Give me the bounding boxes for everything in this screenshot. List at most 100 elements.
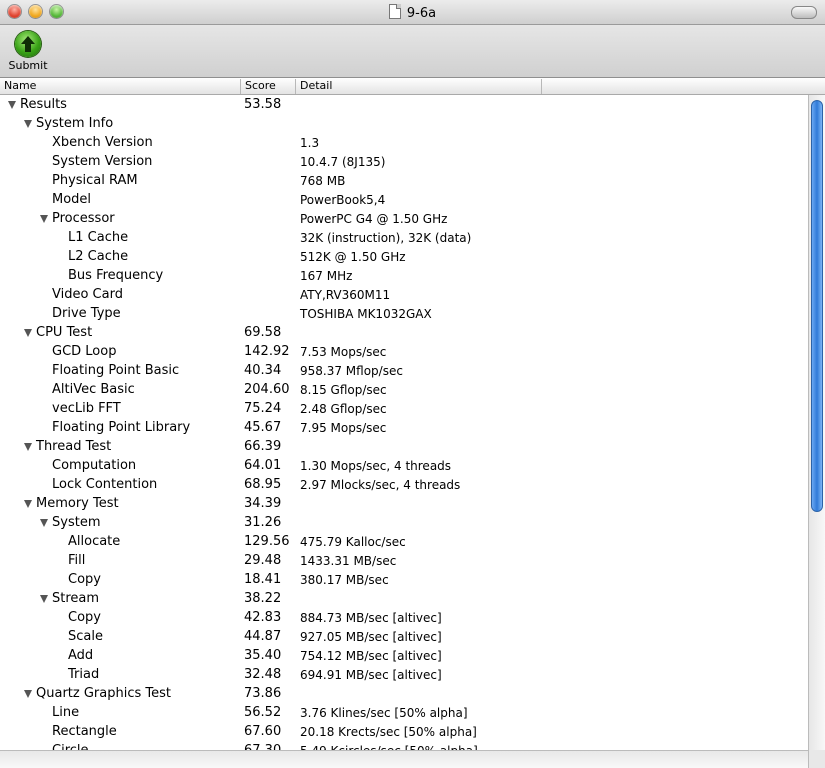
- outline-row[interactable]: Scale 44.87 927.05 MB/sec [altivec]: [0, 627, 808, 646]
- row-detail: 512K @ 1.50 GHz: [300, 250, 406, 264]
- disclosure-triangle-icon[interactable]: [24, 500, 32, 508]
- row-name: Lock Contention: [52, 477, 158, 492]
- outline-row[interactable]: Copy 18.41 380.17 MB/sec: [0, 570, 808, 589]
- row-name: Floating Point Basic: [52, 363, 180, 378]
- outline-row[interactable]: vecLib FFT 75.24 2.48 Gflop/sec: [0, 399, 808, 418]
- outline-row[interactable]: Circle67.305.49 Kcircles/sec [50% alpha]: [0, 741, 808, 750]
- outline-row[interactable]: Quartz Graphics Test 73.86: [0, 684, 808, 703]
- outline-row[interactable]: Model PowerBook5,4: [0, 190, 808, 209]
- outline-row[interactable]: CPU Test 69.58: [0, 323, 808, 342]
- submit-label: Submit: [8, 59, 48, 72]
- row-name: CPU Test: [36, 325, 93, 340]
- row-name: vecLib FFT: [52, 401, 121, 416]
- outline-row[interactable]: GCD Loop 142.92 7.53 Mops/sec: [0, 342, 808, 361]
- outline-row[interactable]: Line 56.52 3.76 Klines/sec [50% alpha]: [0, 703, 808, 722]
- row-score: 34.39: [244, 496, 282, 511]
- outline-row[interactable]: Computation 64.01 1.30 Mops/sec, 4 threads: [0, 456, 808, 475]
- outline-row[interactable]: System 31.26: [0, 513, 808, 532]
- outline-row[interactable]: Fill 29.48 1433.31 MB/sec: [0, 551, 808, 570]
- row-name: Copy: [68, 610, 101, 625]
- outline-row[interactable]: Lock Contention 68.95 2.97 Mlocks/sec, 4 t…: [0, 475, 808, 494]
- row-detail: 927.05 MB/sec [altivec]: [300, 630, 442, 644]
- vertical-scrollbar[interactable]: [808, 95, 825, 750]
- row-name: Xbench Version: [52, 135, 153, 150]
- row-detail: 32K (instruction), 32K (data): [300, 231, 472, 245]
- outline-row[interactable]: Floating Point Basic 40.34 958.37 Mflop/se…: [0, 361, 808, 380]
- row-name: System: [52, 515, 101, 530]
- outline-row[interactable]: Xbench Version 1.3: [0, 133, 808, 152]
- outline-row[interactable]: Physical RAM 768 MB: [0, 171, 808, 190]
- outline-row[interactable]: Memory Test 34.39: [0, 494, 808, 513]
- row-name: Allocate: [68, 534, 121, 549]
- outline-row[interactable]: AltiVec Basic 204.60 8.15 Gflop/sec: [0, 380, 808, 399]
- row-name: Memory Test: [36, 496, 119, 511]
- toolbar-toggle-button[interactable]: [791, 6, 817, 19]
- window-title-area: 9-6a: [0, 4, 825, 21]
- title-bar: 9-6a: [0, 0, 825, 25]
- row-name: L2 Cache: [68, 249, 129, 264]
- outline-row[interactable]: L1 Cache 32K (instruction), 32K (data): [0, 228, 808, 247]
- row-name: Model: [52, 192, 92, 207]
- row-name: Fill: [68, 553, 86, 568]
- row-name: GCD Loop: [52, 344, 117, 359]
- row-score: 66.39: [244, 439, 282, 454]
- row-score: 204.60: [244, 382, 290, 397]
- row-score: 69.58: [244, 325, 282, 340]
- outline-row[interactable]: Triad 32.48 694.91 MB/sec [altivec]: [0, 665, 808, 684]
- resize-corner[interactable]: [808, 750, 825, 768]
- row-detail: 167 MHz: [300, 269, 353, 283]
- column-header-detail[interactable]: Detail: [296, 79, 542, 94]
- outline-row[interactable]: System Version 10.4.7 (8J135): [0, 152, 808, 171]
- outline-row[interactable]: Processor PowerPC G4 @ 1.50 GHz: [0, 209, 808, 228]
- outline-row[interactable]: Add 35.40 754.12 MB/sec [altivec]: [0, 646, 808, 665]
- outline-row[interactable]: Stream 38.22: [0, 589, 808, 608]
- vertical-scroll-thumb[interactable]: [811, 100, 823, 512]
- row-score: 40.34: [244, 363, 282, 378]
- outline-row[interactable]: Bus Frequency 167 MHz: [0, 266, 808, 285]
- outline-row[interactable]: Floating Point Library 45.67 7.95 Mops/sec: [0, 418, 808, 437]
- document-icon: [388, 4, 401, 19]
- row-name: Triad: [68, 667, 100, 682]
- row-name: Processor: [52, 211, 115, 226]
- submit-button[interactable]: Submit: [4, 29, 52, 75]
- column-header-score[interactable]: Score: [241, 79, 296, 94]
- row-score: 35.40: [244, 648, 282, 663]
- disclosure-triangle-icon[interactable]: [40, 519, 48, 527]
- disclosure-triangle-icon[interactable]: [40, 595, 48, 603]
- outline-row[interactable]: Rectangle 67.60 20.18 Krects/sec [50% alph…: [0, 722, 808, 741]
- disclosure-triangle-icon[interactable]: [40, 215, 48, 223]
- row-name: Add: [68, 648, 94, 663]
- row-score: 68.95: [244, 477, 282, 492]
- row-name: Quartz Graphics Test: [36, 686, 171, 701]
- row-name: Scale: [68, 629, 103, 644]
- outline-row[interactable]: System Info: [0, 114, 808, 133]
- disclosure-triangle-icon[interactable]: [8, 101, 16, 109]
- disclosure-triangle-icon[interactable]: [24, 329, 32, 337]
- row-name: Video Card: [52, 287, 123, 302]
- results-outline[interactable]: Results 53.58 System Info Xbench Version 1.3…: [0, 95, 808, 750]
- row-detail: 380.17 MB/sec: [300, 573, 389, 587]
- row-score: 67.30: [244, 743, 281, 750]
- row-name: Bus Frequency: [68, 268, 164, 283]
- row-detail: ATY,RV360M11: [300, 288, 391, 302]
- row-score: 42.83: [244, 610, 282, 625]
- outline-row[interactable]: Drive Type TOSHIBA MK1032GAX: [0, 304, 808, 323]
- disclosure-triangle-icon[interactable]: [24, 690, 32, 698]
- row-detail: 20.18 Krects/sec [50% alpha]: [300, 725, 477, 739]
- row-score: 75.24: [244, 401, 282, 416]
- row-score: 31.26: [244, 515, 282, 530]
- row-detail: 1433.31 MB/sec: [300, 554, 397, 568]
- disclosure-triangle-icon[interactable]: [24, 120, 32, 128]
- outline-row[interactable]: L2 Cache 512K @ 1.50 GHz: [0, 247, 808, 266]
- outline-row[interactable]: Copy 42.83 884.73 MB/sec [altivec]: [0, 608, 808, 627]
- up-arrow-icon: [15, 31, 41, 57]
- disclosure-triangle-icon[interactable]: [24, 443, 32, 451]
- row-score: 64.01: [244, 458, 282, 473]
- row-detail: 7.53 Mops/sec: [300, 345, 387, 359]
- outline-row[interactable]: Allocate 129.56 475.79 Kalloc/sec: [0, 532, 808, 551]
- outline-row[interactable]: Video Card ATY,RV360M11: [0, 285, 808, 304]
- horizontal-scrollbar[interactable]: [0, 750, 808, 768]
- outline-row[interactable]: Results 53.58: [0, 95, 808, 114]
- column-header-name[interactable]: Name: [0, 79, 241, 94]
- outline-row[interactable]: Thread Test 66.39: [0, 437, 808, 456]
